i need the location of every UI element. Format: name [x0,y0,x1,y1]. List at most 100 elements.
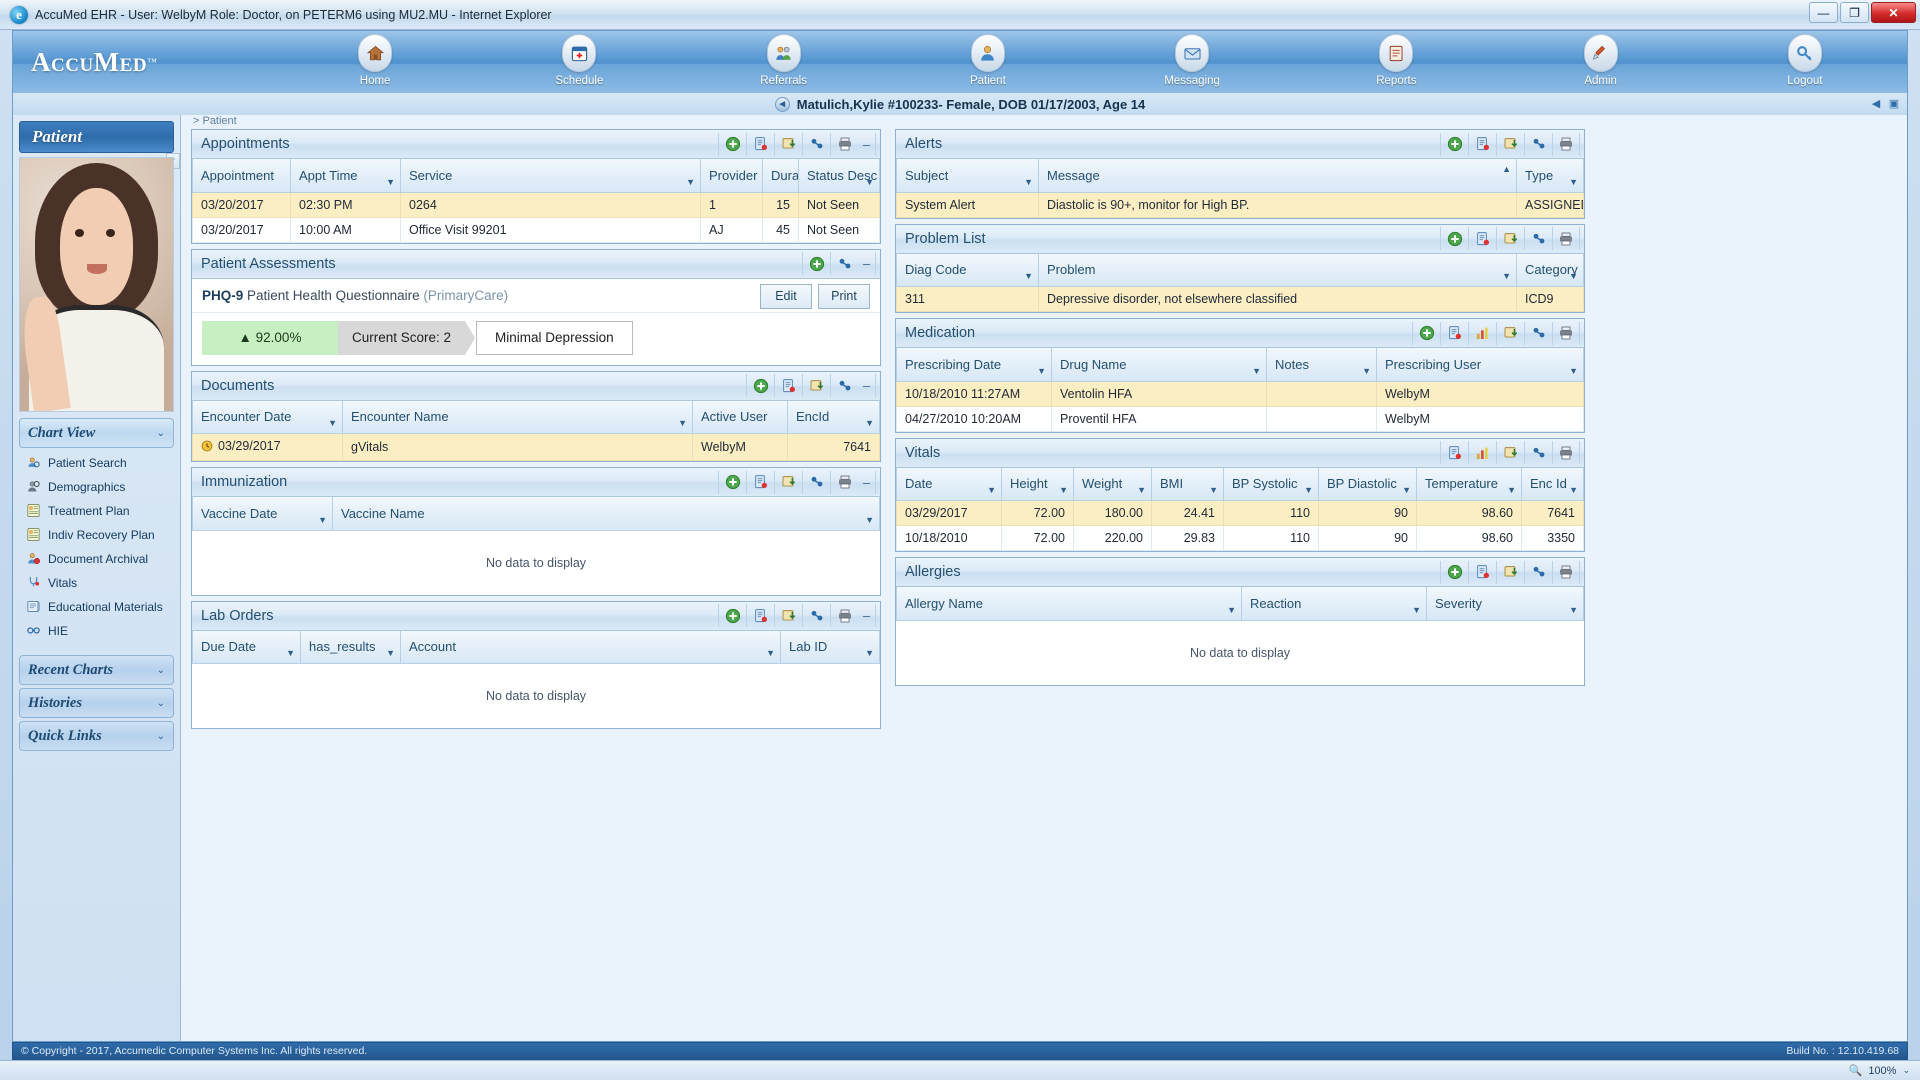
column-header[interactable]: Dura [762,159,799,193]
export-icon[interactable] [1496,441,1524,464]
add-icon[interactable] [1440,560,1468,584]
table-row[interactable]: 311 Depressive disorder, not elsewhere c… [896,286,1584,312]
column-header[interactable]: Weight ▼ [1073,467,1152,501]
collapse-button[interactable]: – [858,252,876,275]
document-icon[interactable] [746,470,774,494]
nav-item-admin[interactable]: Admin [1499,31,1703,93]
prev-record-icon[interactable]: ◀ [1869,97,1883,111]
print-icon[interactable] [1552,560,1580,584]
table-row[interactable]: 03/20/2017 10:00 AM Office Visit 99201 A… [192,217,880,243]
link-icon[interactable] [1524,132,1552,156]
table-row[interactable]: System Alert Diastolic is 90+, monitor f… [896,192,1584,218]
table-row[interactable]: 03/20/2017 02:30 PM 0264 1 15 Not Seen [192,192,880,218]
link-icon[interactable] [802,604,830,627]
document-icon[interactable] [1468,560,1496,584]
export-icon[interactable] [802,374,830,397]
export-icon[interactable] [774,470,802,494]
print-icon[interactable] [830,132,858,156]
export-icon[interactable] [1496,560,1524,584]
column-header[interactable]: Encounter Date ▼ [192,400,343,434]
link-icon[interactable] [802,132,830,156]
column-header[interactable]: BMI ▼ [1151,467,1224,501]
chart-icon[interactable] [1468,321,1496,345]
export-icon[interactable] [774,132,802,156]
sidebar-item-indiv-recovery-plan[interactable]: Indiv Recovery Plan [19,523,174,547]
nav-item-patient[interactable]: Patient [886,31,1090,93]
column-header[interactable]: Height ▼ [1001,467,1074,501]
add-icon[interactable] [718,470,746,494]
column-header[interactable]: Prescribing User ▼ [1376,348,1584,382]
column-header[interactable]: BP Systolic ▼ [1223,467,1319,501]
minimize-button[interactable]: — [1809,2,1838,23]
nav-item-messaging[interactable]: Messaging [1090,31,1294,93]
add-icon[interactable] [718,604,746,627]
table-row[interactable]: 04/27/2010 10:20AM Proventil HFA WelbyM [896,406,1584,432]
nav-item-logout[interactable]: Logout [1703,31,1907,93]
add-icon[interactable] [746,374,774,397]
sidebar-item-hie[interactable]: HIE [19,619,174,643]
collapse-button[interactable]: – [858,470,876,494]
column-header[interactable]: EncId ▼ [787,400,880,434]
column-header[interactable]: Date ▼ [896,467,1002,501]
column-header[interactable]: Subject ▼ [896,159,1039,193]
column-header[interactable]: Vaccine Date ▼ [192,497,333,531]
column-header[interactable]: Message ▲ [1038,159,1517,193]
sidebar-group-quick-links[interactable]: Quick Links ⌄ [19,721,174,751]
add-icon[interactable] [1412,321,1440,345]
column-header[interactable]: Active User [692,400,788,434]
table-row[interactable]: 03/29/2017 gVitals WelbyM 7641 [192,433,880,461]
column-header[interactable]: Reaction ▼ [1241,587,1427,621]
column-header[interactable]: Diag Code ▼ [896,253,1039,287]
link-icon[interactable] [1524,441,1552,464]
table-row[interactable]: 03/29/2017 72.00 180.00 24.41 110 90 98.… [896,500,1584,526]
sidebar-item-demographics[interactable]: Demographics [19,475,174,499]
column-header[interactable]: Type ▼ [1516,159,1584,193]
column-header[interactable]: Lab ID ▼ [780,630,880,664]
link-icon[interactable] [830,252,858,275]
column-header[interactable]: Provider [700,159,763,193]
save-record-icon[interactable]: ▣ [1887,97,1901,111]
column-header[interactable]: Category ▼ [1516,253,1584,287]
link-icon[interactable] [1524,227,1552,250]
nav-item-home[interactable]: Home [273,31,477,93]
link-icon[interactable] [802,470,830,494]
zoom-level[interactable]: 100% [1868,1065,1896,1077]
column-header[interactable]: Drug Name ▼ [1051,348,1267,382]
column-header[interactable]: Encounter Name ▼ [342,400,693,434]
chart-icon[interactable] [1468,441,1496,464]
column-header[interactable]: Appt Time ▼ [290,159,401,193]
column-header[interactable]: Problem ▼ [1038,253,1517,287]
column-header[interactable]: BP Diastolic ▼ [1318,467,1417,501]
export-icon[interactable] [1496,321,1524,345]
nav-item-reports[interactable]: Reports [1294,31,1498,93]
add-icon[interactable] [1440,132,1468,156]
link-icon[interactable] [1524,321,1552,345]
collapse-button[interactable]: – [858,604,876,627]
document-icon[interactable] [774,374,802,397]
sidebar-item-document-archival[interactable]: Document Archival [19,547,174,571]
column-header[interactable]: Account ▼ [400,630,781,664]
sidebar-item-vitals[interactable]: Vitals [19,571,174,595]
document-icon[interactable] [1468,132,1496,156]
sidebar-group-chart-view[interactable]: Chart View ⌄ [19,418,174,448]
column-header[interactable]: Status Desc ▼ [798,159,880,193]
column-header[interactable]: Severity ▼ [1426,587,1584,621]
column-header[interactable]: Appointment [192,159,291,193]
add-icon[interactable] [1440,227,1468,250]
column-header[interactable]: Notes ▼ [1266,348,1377,382]
table-row[interactable]: 10/18/2010 72.00 220.00 29.83 110 90 98.… [896,525,1584,551]
document-icon[interactable] [1440,321,1468,345]
print-icon[interactable] [1552,132,1580,156]
nav-item-referrals[interactable]: Referrals [682,31,886,93]
back-arrow-icon[interactable]: ◄ [774,96,790,112]
nav-item-schedule[interactable]: Schedule [477,31,681,93]
document-icon[interactable] [1440,441,1468,464]
column-header[interactable]: Allergy Name ▼ [896,587,1242,621]
add-icon[interactable] [718,132,746,156]
edit-button[interactable]: Edit [760,283,812,309]
chevron-down-icon[interactable]: ⌄ [1902,1065,1910,1076]
export-icon[interactable] [774,604,802,627]
document-icon[interactable] [1468,227,1496,250]
column-header[interactable]: Vaccine Name ▼ [332,497,880,531]
print-icon[interactable] [1552,441,1580,464]
